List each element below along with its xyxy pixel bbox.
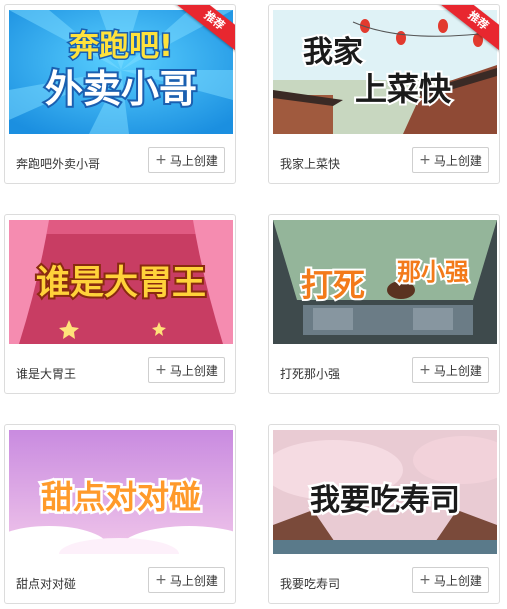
game-thumbnail-cockroach[interactable]: 打死 那小强 [273, 220, 497, 344]
plus-icon: + [419, 362, 431, 378]
game-card-3: 谁是大胃王 谁是大胃王 + 马上创建 [4, 214, 236, 394]
eating-contest-art: 谁是大胃王 [9, 220, 233, 344]
art-title: 甜点对对碰 [41, 478, 201, 516]
create-button[interactable]: + 马上创建 [412, 567, 489, 593]
create-button[interactable]: + 马上创建 [148, 357, 225, 383]
create-button[interactable]: + 马上创建 [412, 147, 489, 173]
plus-icon: + [155, 362, 167, 378]
card-title: 我家上菜快 [280, 157, 341, 171]
game-thumbnail-sushi[interactable]: 我要吃寿司 [273, 430, 497, 554]
art-title-line2: 外卖小哥 [45, 67, 197, 111]
plus-icon: + [419, 152, 431, 168]
game-card-6: 我要吃寿司 我要吃寿司 + 马上创建 [268, 424, 500, 604]
create-button-label: 马上创建 [169, 363, 218, 378]
game-card-2: 我家 上菜快 推荐 我家上菜快 + 马上创建 [268, 4, 500, 184]
create-button[interactable]: + 马上创建 [148, 147, 225, 173]
restaurant-art: 我家 上菜快 [273, 10, 497, 134]
art-title-line1: 打死 [301, 266, 365, 304]
create-button-label: 马上创建 [433, 153, 482, 168]
art-title: 我要吃寿司 [310, 483, 460, 518]
create-button[interactable]: + 马上创建 [412, 357, 489, 383]
art-title-line2: 上菜快 [355, 70, 452, 108]
game-thumbnail-runner[interactable]: 奔跑吧! 外卖小哥 [9, 10, 233, 134]
game-card-1: 奔跑吧! 外卖小哥 推荐 奔跑吧外卖小哥 + 马上创建 [4, 4, 236, 184]
game-thumbnail-eating[interactable]: 谁是大胃王 [9, 220, 233, 344]
create-button-label: 马上创建 [433, 363, 482, 378]
sushi-art: 我要吃寿司 [273, 430, 497, 554]
card-title: 甜点对对碰 [16, 577, 77, 591]
game-card-5: 甜点对对碰 甜点对对碰 + 马上创建 [4, 424, 236, 604]
game-thumbnail-dessert[interactable]: 甜点对对碰 [9, 430, 233, 554]
art-title-line2: 那小强 [397, 258, 469, 286]
card-title: 奔跑吧外卖小哥 [16, 157, 101, 171]
dessert-match-art: 甜点对对碰 [9, 430, 233, 554]
create-button[interactable]: + 马上创建 [148, 567, 225, 593]
cockroach-art: 打死 那小强 [273, 220, 497, 344]
plus-icon: + [155, 152, 167, 168]
runner-art: 奔跑吧! 外卖小哥 [9, 10, 233, 134]
plus-icon: + [155, 572, 167, 588]
card-title: 我要吃寿司 [280, 577, 341, 591]
art-title-line1: 我家 [303, 35, 363, 70]
game-thumbnail-restaurant[interactable]: 我家 上菜快 [273, 10, 497, 134]
card-title: 打死那小强 [280, 367, 341, 381]
create-button-label: 马上创建 [433, 573, 482, 588]
create-button-label: 马上创建 [169, 573, 218, 588]
card-title: 谁是大胃王 [16, 367, 77, 381]
art-title: 谁是大胃王 [36, 263, 206, 303]
create-button-label: 马上创建 [169, 153, 218, 168]
game-card-4: 打死 那小强 打死那小强 + 马上创建 [268, 214, 500, 394]
plus-icon: + [419, 572, 431, 588]
art-title-line1: 奔跑吧! [69, 29, 173, 64]
